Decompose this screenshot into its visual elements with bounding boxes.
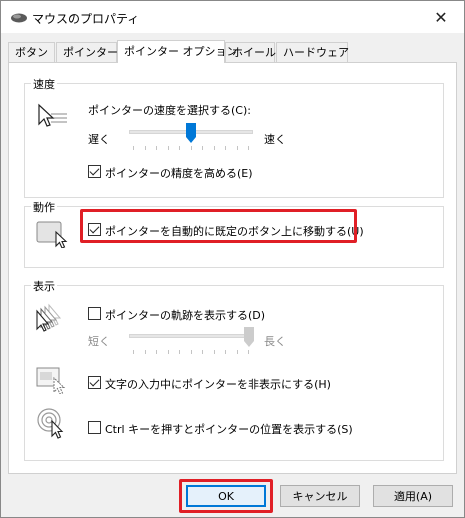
title-bar: マウスのプロパティ ✕	[1, 1, 464, 33]
slider-tick	[190, 350, 192, 354]
precision-label: ポインターの精度を高める(E)	[105, 167, 253, 180]
trails-long-label: 長く	[264, 335, 286, 348]
slider-tick	[248, 146, 249, 150]
slider-tick	[225, 350, 226, 354]
speed-fast-label: 速く	[264, 133, 286, 146]
slider-tick	[236, 350, 238, 354]
slider-tick	[248, 350, 249, 354]
highlight-snap-option	[80, 209, 357, 243]
slider-tick	[213, 350, 215, 354]
highlight-ok-button	[179, 479, 273, 513]
motion-group-label: 動作	[31, 199, 57, 215]
trails-slider-thumb[interactable]	[244, 327, 254, 347]
slider-tick	[167, 350, 169, 354]
trails-short-label: 短く	[88, 335, 110, 348]
mouse-properties-window: マウスのプロパティ ✕ ボタン ポインター ポインター オプション ホイール ハ…	[0, 0, 465, 518]
mouse-icon	[11, 13, 27, 23]
slider-tick	[213, 146, 215, 150]
trails-slider-ticks	[133, 350, 249, 354]
tab-pointers[interactable]: ポインター	[56, 42, 118, 62]
slider-tick	[156, 350, 157, 354]
tab-hardware[interactable]: ハードウェア	[276, 42, 349, 62]
slider-tick	[202, 350, 203, 354]
show-location-ctrl-icon	[37, 408, 64, 439]
speed-slider-thumb[interactable]	[186, 123, 196, 143]
slider-tick	[190, 146, 192, 150]
close-icon: ✕	[434, 7, 448, 27]
slider-tick	[167, 146, 169, 150]
hide-while-typing-checkbox[interactable]	[88, 376, 101, 389]
slider-tick	[225, 146, 226, 150]
hide-while-typing-icon	[36, 367, 66, 394]
tab-buttons[interactable]: ボタン	[8, 42, 55, 62]
pointer-speed-icon	[38, 103, 67, 127]
slider-tick	[144, 146, 146, 150]
slider-tick	[202, 146, 203, 150]
slider-tick	[133, 350, 134, 354]
window-title: マウスのプロパティ	[32, 12, 140, 26]
apply-button[interactable]: 適用(A)	[373, 485, 453, 507]
pointer-trails-checkbox[interactable]	[88, 307, 101, 320]
slider-tick	[133, 146, 134, 150]
slider-tick	[179, 350, 180, 354]
speed-slow-label: 遅く	[88, 133, 110, 146]
slider-tick	[144, 350, 146, 354]
visibility-group-label: 表示	[31, 278, 57, 294]
pointer-trails-icon	[36, 303, 62, 332]
trails-slider-track[interactable]	[129, 334, 253, 338]
pointer-trails-label: ポインターの軌跡を表示する(D)	[105, 309, 266, 322]
slider-tick	[236, 146, 238, 150]
cancel-button[interactable]: キャンセル	[280, 485, 360, 507]
tab-pointer-options[interactable]: ポインター オプション	[117, 40, 238, 63]
slider-tick	[156, 146, 157, 150]
speed-select-label: ポインターの速度を選択する(C):	[88, 104, 251, 117]
speed-slider-ticks	[133, 146, 249, 150]
hide-while-typing-label: 文字の入力中にポインターを非表示にする(H)	[105, 378, 331, 391]
speed-group-label: 速度	[31, 76, 57, 92]
slider-tick	[179, 146, 180, 150]
show-location-ctrl-checkbox[interactable]	[88, 421, 101, 434]
show-location-ctrl-label: Ctrl キーを押すとポインターの位置を表示する(S)	[105, 423, 353, 436]
pointer-options-panel: 速度 ポインターの速度を選択する(C): 遅く 速く ポインターの精度を高める(…	[8, 62, 457, 474]
snap-to-button-icon	[36, 221, 68, 248]
close-button[interactable]: ✕	[418, 1, 464, 33]
precision-checkbox[interactable]	[88, 165, 101, 178]
